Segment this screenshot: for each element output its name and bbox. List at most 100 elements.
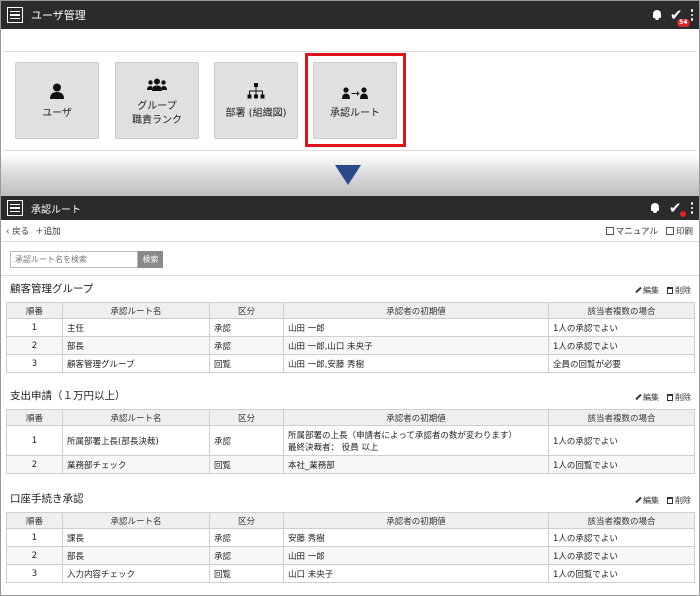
plus-icon: ＋ [35, 226, 44, 237]
cell-name: 部長 [62, 336, 210, 355]
edit-link[interactable]: 編集 [635, 495, 659, 506]
cell-multi: 1人の承認でよい [548, 336, 695, 355]
tile-department[interactable]: 部署 (組織図) [214, 62, 298, 139]
col-type: 区分 [209, 512, 284, 529]
tile-label: 職責ランク [132, 114, 182, 126]
table-row[interactable]: 3 顧客管理グループ 回覧 山田 一郎,安藤 秀樹 全員の回覧が必要 [6, 354, 695, 373]
print-link[interactable]: 印刷 [665, 225, 693, 237]
delete-link[interactable]: 削除 [667, 392, 691, 403]
trash-icon [667, 287, 673, 294]
approver-text: 山田 一郎,安藤 秀樹 [288, 359, 365, 370]
app-header: ユーザ管理 ✔ 54 [1, 1, 699, 29]
col-approver: 承認者の初期値 [283, 302, 549, 319]
approver-text: 所属部署の上長（申請者によって承認者の数が変わります） [288, 430, 517, 441]
tile-group[interactable]: グループ 職責ランク [115, 62, 199, 139]
cell-no: 3 [6, 564, 63, 583]
cell-type: 回覧 [209, 564, 284, 583]
table-header-row: 順番 承認ルート名 区分 承認者の初期値 該当者複数の場合 [6, 302, 695, 319]
screen-title: 承認ルート [31, 204, 81, 216]
table-row[interactable]: 2 部長 承認 山田 一郎 1人の承認でよい [6, 546, 695, 565]
cell-no: 2 [6, 546, 63, 565]
app-title: ユーザ管理 [31, 9, 86, 22]
cell-type: 承認 [209, 425, 284, 456]
cell-no: 1 [6, 425, 63, 456]
screen-header: 承認ルート ✔ [1, 196, 699, 220]
approver-text: 安藤 秀樹 [288, 533, 325, 544]
cell-name: 入力内容チェック [62, 564, 210, 583]
check-icon[interactable]: ✔ 54 [670, 7, 690, 27]
cell-approver: 所属部署の上長（申請者によって承認者の数が変わります） 最終決裁者： 役員 以上 [283, 425, 549, 456]
search-button[interactable]: 検索 [138, 251, 163, 268]
cell-name: 業務部チェック [62, 455, 210, 474]
table-header-row: 順番 承認ルート名 区分 承認者の初期値 該当者複数の場合 [6, 512, 695, 529]
cell-name: 部長 [62, 546, 210, 565]
more-menu-icon[interactable] [690, 202, 693, 214]
approver-text-2: 最終決裁者： 役員 以上 [288, 442, 379, 453]
route-table: 順番 承認ルート名 区分 承認者の初期値 該当者複数の場合 1 課長 承認 安藤 秀樹 1人の承認… [6, 512, 695, 583]
cell-multi: 1人の回覧でよい [548, 455, 695, 474]
pencil-icon [635, 393, 642, 401]
bell-icon[interactable] [650, 202, 660, 214]
cell-multi: 1人の承認でよい [548, 425, 695, 456]
delete-link[interactable]: 削除 [667, 495, 691, 506]
tile-label: ユーザ [42, 107, 72, 119]
edit-link[interactable]: 編集 [635, 392, 659, 403]
cell-approver: 山田 一郎,安藤 秀樹 [283, 354, 549, 373]
check-icon[interactable]: ✔ [669, 200, 686, 217]
table-row[interactable]: 2 部長 承認 山田 一郎,山口 未央子 1人の承認でよい [6, 336, 695, 355]
edit-link[interactable]: 編集 [635, 285, 659, 296]
more-menu-icon[interactable] [690, 9, 693, 21]
trash-icon [667, 394, 673, 401]
pencil-icon [635, 286, 642, 294]
delete-label: 削除 [675, 496, 691, 505]
col-approver: 承認者の初期値 [283, 512, 549, 529]
cell-type: 承認 [209, 336, 284, 355]
group-title: 口座手続き承認 [10, 493, 84, 505]
trash-icon [667, 497, 673, 504]
table-row[interactable]: 3 入力内容チェック 回覧 山口 未央子 1人の回覧でよい [6, 564, 695, 583]
table-row[interactable]: 2 業務部チェック 回覧 本社_業務部 1人の回覧でよい [6, 455, 695, 474]
search-input[interactable] [10, 251, 138, 268]
highlight-frame [305, 53, 406, 147]
sub-nav: ‹ 戻る ＋追加 マニュアル 印刷 [1, 220, 699, 242]
col-name: 承認ルート名 [62, 409, 210, 426]
table-row[interactable]: 1 主任 承認 山田 一郎 1人の承認でよい [6, 318, 695, 337]
approver-text: 山田 一郎 [288, 323, 325, 334]
org-chart-icon [247, 81, 265, 99]
bell-icon[interactable] [652, 9, 662, 21]
table-row[interactable]: 1 所属部署上長(部長決裁) 承認 所属部署の上長（申請者によって承認者の数が変わりま… [6, 425, 695, 456]
approver-text: 山口 未央子 [288, 569, 334, 580]
cell-approver: 本社_業務部 [283, 455, 549, 474]
printer-icon [665, 226, 674, 235]
cell-multi: 1人の回覧でよい [548, 564, 695, 583]
cell-type: 回覧 [209, 455, 284, 474]
cell-multi: 全員の回覧が必要 [548, 354, 695, 373]
cell-no: 1 [6, 318, 63, 337]
manual-label: マニュアル [615, 226, 658, 237]
cell-type: 承認 [209, 528, 284, 547]
cell-multi: 1人の承認でよい [548, 546, 695, 565]
approver-text: 本社_業務部 [288, 460, 335, 471]
cell-name: 課長 [62, 528, 210, 547]
cell-type: 回覧 [209, 354, 284, 373]
route-table: 順番 承認ルート名 区分 承認者の初期値 該当者複数の場合 1 所属部署上長(部長決裁) 承認… [6, 409, 695, 474]
hamburger-menu-icon[interactable] [7, 200, 23, 216]
edit-label: 編集 [643, 393, 659, 402]
col-no: 順番 [6, 512, 63, 529]
back-link[interactable]: ‹ 戻る [6, 225, 29, 237]
print-label: 印刷 [675, 226, 693, 237]
group-title: 顧客管理グループ [10, 283, 94, 295]
manual-link[interactable]: マニュアル [605, 225, 658, 237]
edit-label: 編集 [643, 286, 659, 295]
add-link[interactable]: ＋追加 [35, 225, 61, 237]
cell-approver: 山口 未央子 [283, 564, 549, 583]
delete-link[interactable]: 削除 [667, 285, 691, 296]
table-row[interactable]: 1 課長 承認 安藤 秀樹 1人の承認でよい [6, 528, 695, 547]
hamburger-menu-icon[interactable] [7, 7, 23, 23]
col-multi: 該当者複数の場合 [548, 512, 695, 529]
down-arrow-icon [335, 165, 361, 185]
tile-user[interactable]: ユーザ [15, 62, 99, 139]
cell-approver: 山田 一郎,山口 未央子 [283, 336, 549, 355]
cell-type: 承認 [209, 546, 284, 565]
cell-approver: 安藤 秀樹 [283, 528, 549, 547]
